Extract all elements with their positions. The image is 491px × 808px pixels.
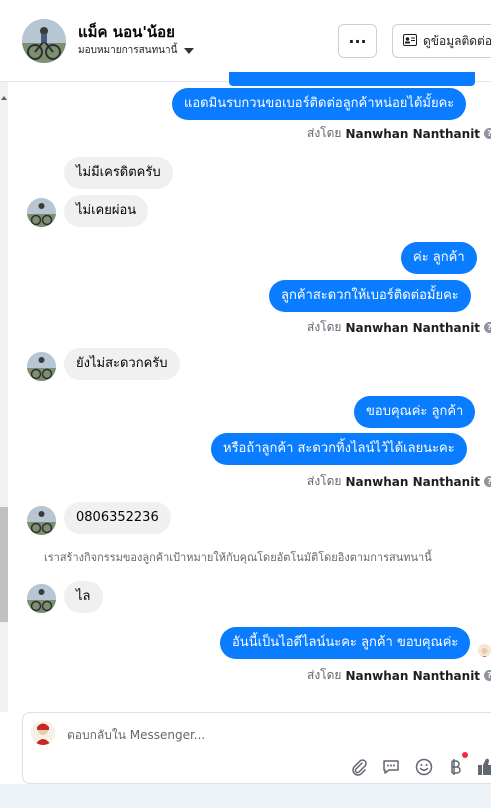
page-avatar <box>31 721 55 745</box>
chat-bubble-icon[interactable] <box>381 757 401 777</box>
conversation-header: แม็ค นอน'น้อย มอบหมายการสนทนานี้ ··· ดูข… <box>0 0 491 82</box>
message-incoming: ไม่มีเครดิตครับ <box>64 157 173 189</box>
like-icon[interactable] <box>475 757 491 777</box>
sent-by-label: ส่งโดย Nanwhan Nanthanit ? <box>307 472 491 491</box>
message-composer: ตอบกลับใน Messenger... <box>22 712 491 784</box>
sent-by-label: ส่งโดย Nanwhan Nanthanit ? <box>307 318 491 337</box>
message-outgoing: อันนี้เป็นไอดีไลน์นะคะ ลูกค้า ขอบคุณค่ะ <box>220 627 471 659</box>
sent-by-prefix: ส่งโดย <box>307 668 342 682</box>
sent-by-name: Nanwhan Nanthanit <box>345 320 481 335</box>
message-outgoing: ลูกค้าสะดวกให้เบอร์ติดต่อมั้ยคะ <box>269 280 471 312</box>
read-receipt-avatar <box>478 644 491 657</box>
sent-by-name: Nanwhan Nanthanit <box>345 126 481 141</box>
contact-name: แม็ค นอน'น้อย <box>78 23 175 41</box>
sent-by-prefix: ส่งโดย <box>307 320 342 334</box>
baht-icon[interactable] <box>445 757 465 777</box>
sent-by-name: Nanwhan Nanthanit <box>345 474 481 489</box>
automated-activity-notice: เราสร้างกิจกรรมของลูกค้าเป้าหมายให้กับคุ… <box>44 551 432 564</box>
assign-conversation-dropdown[interactable]: มอบหมายการสนทนานี้ <box>78 43 195 58</box>
scrollbar-thumb[interactable] <box>0 507 8 622</box>
message-incoming: ยังไม่สะดวกครับ <box>64 348 180 380</box>
help-icon[interactable]: ? <box>484 476 491 487</box>
paperclip-icon[interactable] <box>349 757 369 777</box>
contact-avatar[interactable] <box>22 19 66 63</box>
help-icon[interactable]: ? <box>484 128 491 139</box>
message-outgoing: แอดมินรบกวนขอเบอร์ติดต่อลูกค้าหน่อยได้มั… <box>172 88 467 120</box>
sent-by-label: ส่งโดย Nanwhan Nanthanit ? <box>307 666 491 685</box>
reply-input[interactable]: ตอบกลับใน Messenger... <box>67 726 205 745</box>
contact-avatar-small <box>27 584 56 613</box>
window-bottom-bar <box>0 784 491 808</box>
view-contact-info-button[interactable]: ดูข้อมูลติดต่อ <box>392 24 491 58</box>
scroll-up-arrow-icon[interactable] <box>1 96 7 100</box>
contact-avatar-small <box>27 506 56 535</box>
message-incoming: ไม่เคยผ่อน <box>64 195 149 227</box>
sent-by-prefix: ส่งโดย <box>307 126 342 140</box>
help-icon[interactable]: ? <box>484 322 491 333</box>
contact-card-icon <box>403 33 417 49</box>
help-icon[interactable]: ? <box>484 670 491 681</box>
sent-by-label: ส่งโดย Nanwhan Nanthanit ? <box>307 124 491 143</box>
caret-down-icon <box>184 47 195 54</box>
notification-dot <box>462 752 468 758</box>
message-incoming: ไล <box>64 581 103 613</box>
contact-avatar-small <box>27 198 56 227</box>
sent-by-prefix: ส่งโดย <box>307 474 342 488</box>
message-incoming: 0806352236 <box>64 502 171 534</box>
view-contact-info-label: ดูข้อมูลติดต่อ <box>423 33 491 48</box>
message-outgoing: ขอบคุณค่ะ ลูกค้า <box>354 396 476 428</box>
sent-by-name: Nanwhan Nanthanit <box>345 668 481 683</box>
emoji-icon[interactable] <box>414 757 434 777</box>
more-options-button[interactable]: ··· <box>338 24 377 58</box>
message-outgoing: หรือถ้าลูกค้า สะดวกทิ้งไลน์ไว้ได้เลยนะคะ <box>211 433 467 465</box>
clipped-message-bubble <box>229 72 475 86</box>
contact-avatar-small <box>27 352 56 381</box>
assign-label: มอบหมายการสนทนานี้ <box>78 45 178 56</box>
message-outgoing: ค่ะ ลูกค้า <box>401 242 477 274</box>
